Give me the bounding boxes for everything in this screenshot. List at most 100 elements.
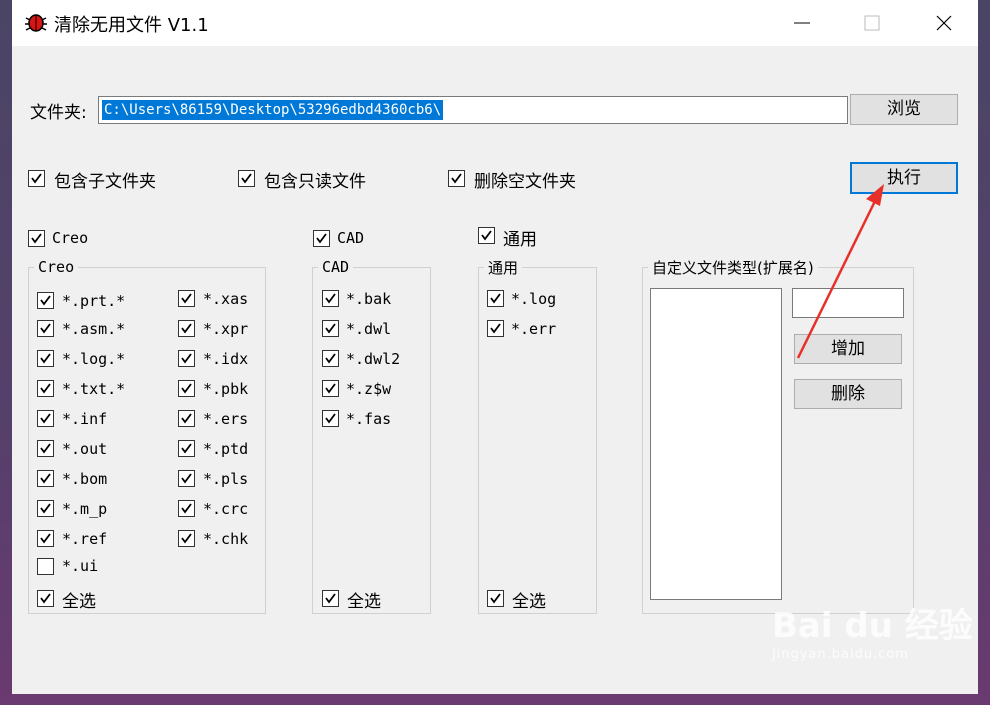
creo-item-label: *.xpr: [203, 320, 249, 338]
delete-empty-folders-label: 删除空文件夹: [474, 172, 576, 192]
general-item-label: *.log: [511, 290, 557, 308]
general-item-checkbox[interactable]: [487, 290, 504, 307]
bug-app-icon: [24, 10, 48, 34]
check-icon: [40, 443, 51, 454]
creo-item-checkbox[interactable]: [178, 530, 195, 547]
include-subfolders-checkbox[interactable]: [28, 170, 45, 187]
check-icon: [31, 233, 42, 244]
delete-button[interactable]: 删除: [794, 379, 902, 409]
cad-item-label: *.dwl2: [346, 350, 401, 368]
creo-item-checkbox[interactable]: [37, 350, 54, 367]
creo-item-checkbox[interactable]: [178, 410, 195, 427]
cad-item-checkbox[interactable]: [322, 410, 339, 427]
delete-empty-folders-checkbox[interactable]: [448, 170, 465, 187]
check-icon: [181, 443, 192, 454]
general-select-all-label: 全选: [512, 592, 546, 612]
general-toggle-checkbox[interactable]: [478, 227, 495, 244]
creo-item-label: *.out: [62, 440, 108, 458]
extension-input[interactable]: [792, 288, 904, 318]
cad-toggle-checkbox[interactable]: [313, 230, 330, 247]
check-icon: [451, 173, 462, 184]
check-icon: [181, 383, 192, 394]
add-button[interactable]: 增加: [794, 334, 902, 364]
creo-item-checkbox[interactable]: [178, 350, 195, 367]
check-icon: [490, 323, 501, 334]
creo-item-checkbox[interactable]: [37, 530, 54, 547]
cad-item-checkbox[interactable]: [322, 320, 339, 337]
cad-item-checkbox[interactable]: [322, 380, 339, 397]
custom-types-list[interactable]: [650, 288, 782, 600]
creo-item-checkbox[interactable]: [178, 440, 195, 457]
check-icon: [40, 413, 51, 424]
general-item-checkbox[interactable]: [487, 320, 504, 337]
cad-item-label: *.z$w: [346, 380, 392, 398]
window-title: 清除无用文件 V1.1: [54, 15, 209, 36]
creo-item-checkbox[interactable]: [178, 500, 195, 517]
custom-types-group-title: 自定义文件类型(扩展名): [648, 257, 818, 278]
check-icon: [40, 295, 51, 306]
general-item-label: *.err: [511, 320, 557, 338]
maximize-button[interactable]: [852, 8, 892, 38]
general-group-title: 通用: [484, 257, 523, 278]
creo-item-checkbox[interactable]: [37, 470, 54, 487]
general-toggle-label: 通用: [503, 230, 537, 250]
check-icon: [181, 533, 192, 544]
cad-select-all-checkbox[interactable]: [322, 590, 339, 607]
execute-button[interactable]: 执行: [850, 162, 958, 194]
creo-item-label: *.bom: [62, 470, 108, 488]
cad-group-title: CAD: [318, 258, 354, 276]
cad-toggle-label: CAD: [337, 229, 365, 247]
creo-select-all-label: 全选: [62, 592, 96, 612]
creo-item-label: *.ers: [203, 410, 249, 428]
creo-item-checkbox[interactable]: [178, 320, 195, 337]
check-icon: [490, 593, 501, 604]
creo-group-title: Creo: [34, 258, 79, 276]
creo-item-label: *.pls: [203, 470, 249, 488]
minimize-button[interactable]: [782, 8, 822, 38]
creo-item-checkbox[interactable]: [178, 380, 195, 397]
creo-item-checkbox[interactable]: [37, 292, 54, 309]
creo-item-checkbox[interactable]: [37, 410, 54, 427]
creo-item-label: *.pbk: [203, 380, 249, 398]
creo-item-checkbox[interactable]: [37, 380, 54, 397]
check-icon: [325, 353, 336, 364]
check-icon: [325, 593, 336, 604]
check-icon: [181, 353, 192, 364]
minimize-icon: [794, 22, 810, 24]
creo-item-checkbox[interactable]: [178, 290, 195, 307]
creo-item-checkbox[interactable]: [37, 558, 54, 575]
cad-select-all-label: 全选: [347, 592, 381, 612]
include-subfolders-label: 包含子文件夹: [54, 172, 156, 192]
creo-item-label: *.crc: [203, 500, 249, 518]
cad-item-checkbox[interactable]: [322, 290, 339, 307]
browse-button[interactable]: 浏览: [850, 94, 958, 125]
creo-item-checkbox[interactable]: [37, 500, 54, 517]
creo-item-checkbox[interactable]: [37, 440, 54, 457]
general-select-all-checkbox[interactable]: [487, 590, 504, 607]
check-icon: [316, 233, 327, 244]
folder-path-input[interactable]: C:\Users\86159\Desktop\53296edbd4360cb6\: [98, 96, 848, 124]
cad-item-label: *.dwl: [346, 320, 392, 338]
creo-item-checkbox[interactable]: [178, 470, 195, 487]
creo-toggle-label: Creo: [52, 229, 89, 247]
cad-item-checkbox[interactable]: [322, 350, 339, 367]
check-icon: [181, 473, 192, 484]
check-icon: [40, 503, 51, 514]
check-icon: [181, 323, 192, 334]
close-button[interactable]: [924, 8, 964, 38]
check-icon: [40, 473, 51, 484]
creo-toggle-checkbox[interactable]: [28, 230, 45, 247]
include-readonly-checkbox[interactable]: [238, 170, 255, 187]
cad-item-label: *.fas: [346, 410, 392, 428]
check-icon: [40, 323, 51, 334]
check-icon: [40, 383, 51, 394]
creo-item-label: *.txt.*: [62, 380, 126, 398]
check-icon: [40, 353, 51, 364]
check-icon: [490, 293, 501, 304]
check-icon: [325, 413, 336, 424]
baidu-watermark: Bai du 经验 jingyan.baidu.com: [772, 598, 973, 662]
creo-item-checkbox[interactable]: [37, 320, 54, 337]
check-icon: [325, 323, 336, 334]
watermark-url: jingyan.baidu.com: [772, 647, 909, 662]
creo-select-all-checkbox[interactable]: [37, 590, 54, 607]
